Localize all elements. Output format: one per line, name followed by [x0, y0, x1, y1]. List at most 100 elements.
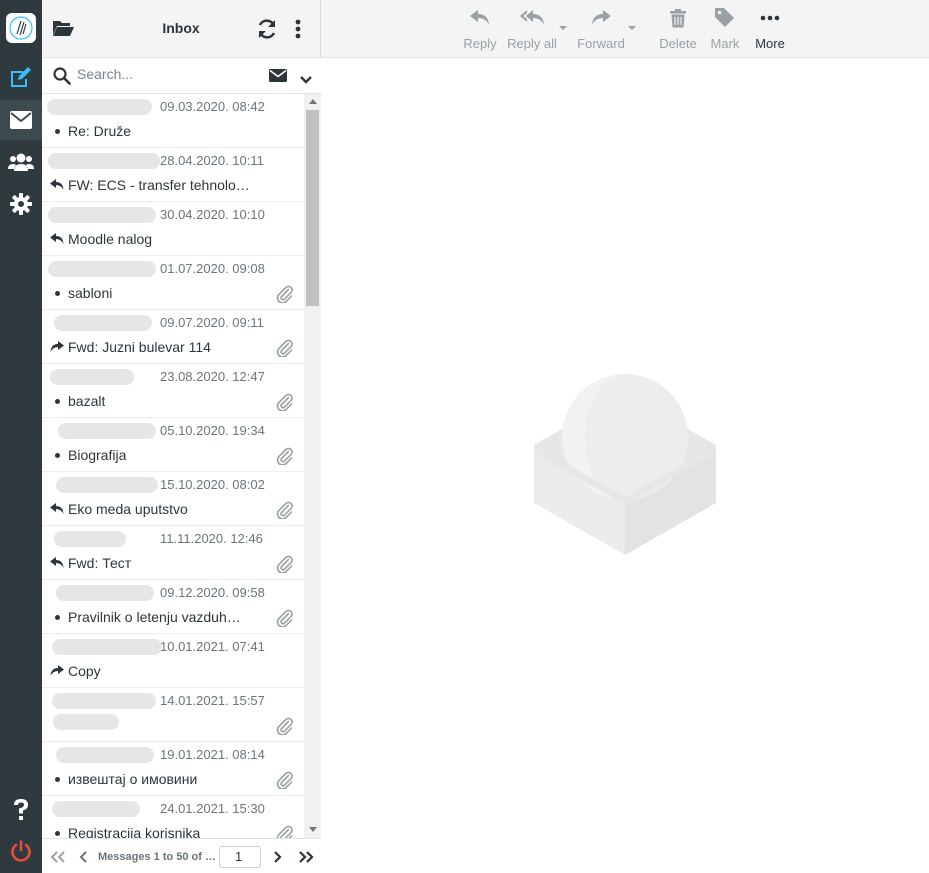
forwarded-icon	[50, 340, 64, 354]
attachment-paperclip-icon	[276, 447, 294, 468]
attachment-paperclip-icon	[276, 825, 294, 838]
forward-icon	[575, 6, 627, 30]
sender-redacted	[52, 801, 140, 817]
sender-redacted	[54, 315, 152, 331]
message-row[interactable]: 09.12.2020. 09:58 Pravilnik o letenju vaz…	[42, 580, 304, 634]
forward-dropdown-caret[interactable]	[628, 26, 636, 30]
list-options-button[interactable]	[295, 19, 301, 42]
unread-dot-icon	[50, 394, 64, 408]
reply-all-button[interactable]: Reply all	[506, 6, 558, 51]
attachment-paperclip-icon	[276, 555, 294, 576]
search-scope-envelope-icon[interactable]	[269, 69, 287, 85]
search-icon	[53, 67, 71, 88]
horizontal-dots-icon	[749, 6, 791, 30]
replied-icon	[50, 556, 64, 570]
search-options-chevron-down-icon[interactable]	[300, 71, 312, 87]
first-page-icon[interactable]	[50, 850, 66, 866]
delete-button[interactable]: Delete	[657, 6, 699, 51]
message-subject: Fwd: Тест	[68, 555, 132, 571]
contacts-nav-button[interactable]	[0, 142, 42, 182]
message-date: 11.11.2020. 12:46	[160, 531, 263, 546]
last-page-icon[interactable]	[298, 850, 314, 866]
message-row[interactable]: 14.01.2021. 15:57	[42, 688, 304, 742]
replied-icon	[50, 178, 64, 192]
message-date: 05.10.2020. 19:34	[160, 423, 265, 438]
previous-page-icon[interactable]	[79, 850, 89, 866]
reply-all-dropdown-caret[interactable]	[559, 26, 567, 30]
message-row[interactable]: 23.08.2020. 12:47 bazalt	[42, 364, 304, 418]
page-number-input[interactable]: 1	[219, 846, 261, 868]
sender-redacted	[52, 639, 162, 655]
list-header: Inbox	[42, 0, 320, 58]
vertical-dots-icon	[295, 19, 301, 39]
message-row[interactable]: 05.10.2020. 19:34 Biografija	[42, 418, 304, 472]
message-date: 09.03.2020. 08:42	[160, 99, 265, 114]
message-date: 09.07.2020. 09:11	[160, 315, 264, 330]
message-row[interactable]: 09.03.2020. 08:42 Re: Druže	[42, 94, 304, 148]
next-page-icon[interactable]	[272, 850, 282, 866]
message-row[interactable]: 11.11.2020. 12:46 Fwd: Тест	[42, 526, 304, 580]
app-logo[interactable]	[6, 13, 36, 43]
attachment-paperclip-icon	[276, 393, 294, 414]
message-subject: Pravilnik o letenju vazduh…	[68, 609, 241, 625]
reply-all-icon	[506, 6, 558, 30]
message-subject: Biografija	[68, 447, 127, 463]
unread-dot-icon	[50, 286, 64, 300]
attachment-paperclip-icon	[276, 771, 294, 792]
message-subject: Registracija korisnika	[68, 825, 201, 838]
folder-title: Inbox	[162, 20, 200, 36]
message-row[interactable]: 10.01.2021. 07:41 Copy	[42, 634, 304, 688]
search-input[interactable]: Search...	[77, 66, 133, 82]
sender-redacted	[58, 423, 156, 439]
message-date: 09.12.2020. 09:58	[160, 585, 265, 600]
sender-redacted	[56, 747, 154, 763]
message-row[interactable]: 09.07.2020. 09:11 Fwd: Juzni bulevar 114	[42, 310, 304, 364]
message-toolbar: Reply Reply all Forward Delete Mark More	[321, 0, 929, 58]
sender-redacted	[48, 153, 160, 169]
app-rail	[0, 0, 42, 873]
pagination-info: Messages 1 to 50 of …	[98, 851, 216, 863]
message-row[interactable]: 15.10.2020. 08:02 Eko meda uputstvo	[42, 472, 304, 526]
forward-button[interactable]: Forward	[575, 6, 627, 51]
unread-dot-icon	[50, 124, 64, 138]
message-list-panel: Inbox Search... 09.03.2020. 08:42 Re: Dr…	[42, 0, 321, 873]
mark-button[interactable]: Mark	[705, 6, 745, 51]
message-row[interactable]: 30.04.2020. 10:10 Moodle nalog	[42, 202, 304, 256]
search-bar: Search...	[42, 58, 321, 94]
scroll-up-arrow[interactable]	[309, 99, 317, 104]
message-row[interactable]: 28.04.2020. 10:11 FW: ECS - transfer tehn…	[42, 148, 304, 202]
scroll-down-arrow[interactable]	[309, 827, 317, 832]
settings-nav-button[interactable]	[0, 184, 42, 224]
message-row[interactable]: 01.07.2020. 09:08 sabloni	[42, 256, 304, 310]
message-date: 30.04.2020. 10:10	[160, 207, 265, 222]
attachment-paperclip-icon	[276, 717, 294, 738]
logout-button[interactable]	[0, 831, 42, 871]
more-button[interactable]: More	[749, 6, 791, 51]
message-preview-area	[321, 58, 929, 873]
message-row[interactable]: 19.01.2021. 08:14 извештај о имовини	[42, 742, 304, 796]
message-subject: Re: Druže	[68, 123, 132, 139]
message-list-scrollbar[interactable]	[304, 94, 321, 838]
sender-redacted	[56, 585, 154, 601]
compose-button[interactable]	[0, 58, 42, 98]
message-date: 10.01.2021. 07:41	[160, 639, 265, 654]
question-icon	[14, 799, 28, 820]
message-subject: Fwd: Juzni bulevar 114	[68, 339, 211, 355]
sender-redacted	[52, 693, 156, 709]
refresh-button[interactable]	[256, 18, 278, 43]
message-row[interactable]: 24.01.2021. 15:30 Registracija korisnika	[42, 796, 304, 838]
message-subject: Moodle nalog	[68, 231, 153, 247]
sender-redacted	[50, 369, 134, 385]
forwarded-icon	[50, 664, 64, 678]
reply-button[interactable]: Reply	[461, 6, 499, 51]
message-date: 15.10.2020. 08:02	[160, 477, 265, 492]
attachment-paperclip-icon	[276, 285, 294, 306]
compose-icon	[11, 67, 31, 87]
gear-icon	[10, 193, 32, 215]
message-date: 19.01.2021. 08:14	[160, 747, 265, 762]
mail-nav-button[interactable]	[0, 100, 42, 140]
scroll-thumb[interactable]	[306, 110, 319, 306]
replied-icon	[50, 502, 64, 516]
help-button[interactable]	[0, 790, 42, 830]
message-subject: sabloni	[68, 285, 113, 301]
